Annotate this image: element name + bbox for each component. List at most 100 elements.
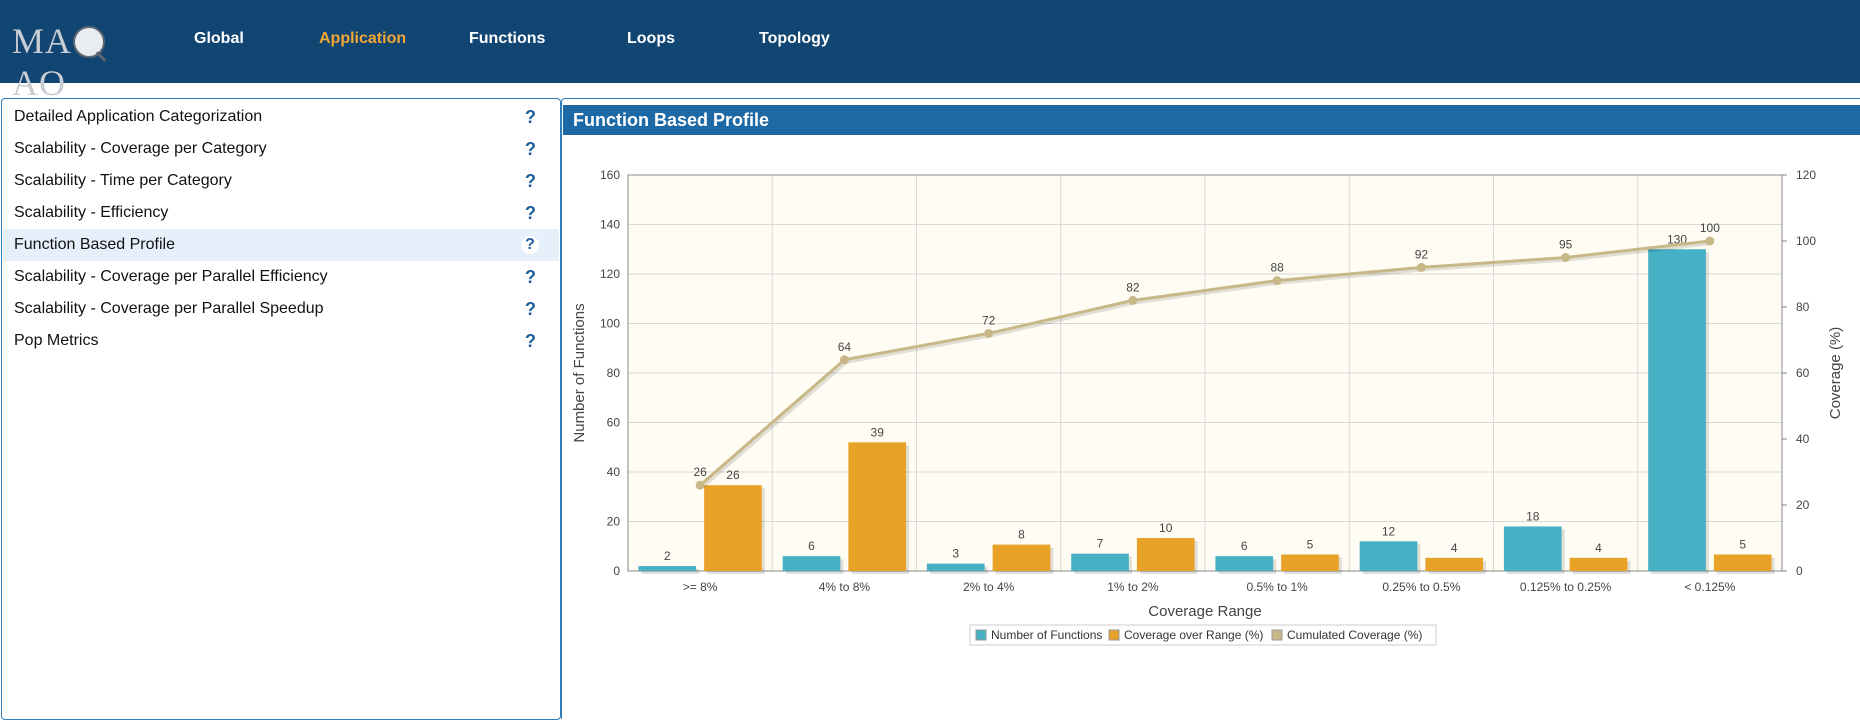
point-cumulated-coverage [984, 328, 994, 338]
data-label: 72 [982, 313, 996, 327]
nav-application[interactable]: Application [319, 30, 406, 48]
y2-tick-label: 120 [1796, 168, 1816, 182]
data-label: 88 [1270, 261, 1284, 275]
x-tick-label: 0.125% to 0.25% [1520, 580, 1612, 594]
data-label: 18 [1526, 509, 1540, 523]
help-icon[interactable]: ? [521, 236, 539, 254]
y-tick-label: 160 [600, 168, 620, 182]
maqao-logo[interactable]: MAAO [12, 20, 152, 103]
data-label: 92 [1415, 247, 1429, 261]
x-axis-title: Coverage Range [1148, 603, 1261, 620]
bar-number-of-functions [1215, 556, 1274, 571]
data-label: 64 [838, 340, 852, 354]
data-label: 82 [1126, 280, 1140, 294]
point-cumulated-coverage [839, 355, 849, 365]
top-navigation-bar: MAAO Global Application Functions Loops … [0, 0, 1860, 103]
bar-coverage-over-range [704, 485, 762, 571]
nav-loops[interactable]: Loops [627, 30, 675, 48]
x-tick-label: 0.25% to 0.5% [1382, 580, 1460, 594]
sidebar-item-label: Detailed Application Categorization [14, 108, 263, 125]
sidebar-item-label: Scalability - Efficiency [14, 204, 169, 221]
sidebar-item-label: Scalability - Time per Category [14, 172, 232, 189]
legend-swatch [1271, 629, 1283, 641]
sidebar-item-label: Function Based Profile [14, 236, 175, 253]
bar-number-of-functions [638, 566, 697, 571]
y2-tick-label: 80 [1796, 300, 1810, 314]
sidebar-item-time-per-category[interactable]: Scalability - Time per Category ? [3, 165, 559, 197]
help-icon[interactable]: ? [525, 197, 536, 229]
help-icon[interactable]: ? [525, 133, 536, 165]
data-label: 39 [871, 425, 885, 439]
sidebar-item-coverage-per-category[interactable]: Scalability - Coverage per Category ? [3, 133, 559, 165]
data-label: 7 [1097, 537, 1104, 551]
data-label: 3 [952, 547, 959, 561]
data-label: 100 [1700, 221, 1720, 235]
nav-functions[interactable]: Functions [469, 30, 545, 48]
bar-coverage-over-range [848, 442, 907, 571]
y-tick-label: 80 [607, 366, 621, 380]
sidebar-item-label: Scalability - Coverage per Parallel Spee… [14, 300, 324, 317]
sidebar-item-coverage-per-parallel-speedup[interactable]: Scalability - Coverage per Parallel Spee… [3, 293, 559, 325]
y2-tick-label: 100 [1796, 234, 1816, 248]
y-tick-label: 40 [607, 465, 621, 479]
y-tick-label: 100 [600, 317, 620, 331]
help-icon[interactable]: ? [525, 293, 536, 325]
legend-label: Number of Functions [991, 628, 1102, 642]
y2-axis-title: Coverage (%) [1827, 327, 1844, 420]
y-tick-label: 60 [607, 416, 621, 430]
sidebar-item-label: Pop Metrics [14, 332, 99, 349]
x-tick-label: 0.5% to 1% [1246, 580, 1308, 594]
bar-coverage-over-range [1136, 538, 1195, 571]
data-label: 10 [1159, 521, 1173, 535]
report-sidebar: Detailed Application Categorization ? Sc… [1, 98, 561, 720]
bar-number-of-functions [1071, 553, 1129, 571]
legend-label: Coverage over Range (%) [1124, 628, 1263, 642]
sidebar-item-label: Scalability - Coverage per Category [14, 140, 267, 157]
nav-global[interactable]: Global [194, 30, 244, 48]
legend-swatch [975, 629, 987, 641]
data-label: 12 [1382, 524, 1396, 538]
y-axis-title: Number of Functions [571, 303, 588, 442]
x-tick-label: >= 8% [683, 580, 718, 594]
y-tick-label: 20 [607, 515, 621, 529]
data-label: 6 [808, 539, 815, 553]
bar-number-of-functions [1503, 526, 1562, 571]
point-cumulated-coverage [695, 480, 705, 490]
sidebar-item-detailed-application-categorization[interactable]: Detailed Application Categorization ? [3, 101, 559, 133]
x-tick-label: 4% to 8% [819, 580, 871, 594]
sidebar-item-label: Scalability - Coverage per Parallel Effi… [14, 268, 328, 285]
function-profile-chart: 0 20 40 60 80 100 120 140 160 0 20 40 60 80 100 120 2 26 >… [571, 168, 1844, 646]
sidebar-item-efficiency[interactable]: Scalability - Efficiency ? [3, 197, 559, 229]
help-icon[interactable]: ? [525, 325, 536, 357]
content-panel: Function Based Profile 0 20 40 60 80 100 120 14… [561, 98, 1860, 719]
sidebar-item-pop-metrics[interactable]: Pop Metrics ? [3, 325, 559, 357]
legend-label: Cumulated Coverage (%) [1287, 628, 1422, 642]
point-cumulated-coverage [1561, 253, 1571, 262]
point-cumulated-coverage [1272, 276, 1282, 286]
point-cumulated-coverage [1416, 262, 1426, 272]
help-icon[interactable]: ? [525, 101, 536, 133]
bar-coverage-over-range [992, 544, 1051, 571]
nav-topology[interactable]: Topology [759, 30, 830, 48]
help-icon[interactable]: ? [525, 165, 536, 197]
bar-number-of-functions [1648, 249, 1706, 571]
y2-tick-label: 20 [1796, 498, 1810, 512]
data-label: 5 [1307, 538, 1314, 552]
data-label: 2 [664, 549, 671, 563]
bar-number-of-functions [926, 563, 985, 571]
data-label: 4 [1595, 541, 1602, 555]
bar-coverage-over-range [1281, 554, 1339, 571]
data-label: 26 [726, 468, 740, 482]
bar-coverage-over-range [1569, 557, 1628, 571]
sidebar-item-coverage-per-parallel-efficiency[interactable]: Scalability - Coverage per Parallel Effi… [3, 261, 559, 293]
data-label: 6 [1241, 539, 1248, 553]
bar-number-of-functions [1359, 541, 1418, 571]
sidebar-item-function-based-profile[interactable]: Function Based Profile ? [3, 229, 559, 261]
magnifier-icon [73, 25, 106, 58]
y2-tick-label: 60 [1796, 366, 1810, 380]
bar-coverage-over-range [1425, 557, 1484, 571]
help-icon[interactable]: ? [525, 261, 536, 293]
x-tick-label: 2% to 4% [963, 580, 1015, 594]
point-cumulated-coverage [1705, 236, 1715, 246]
bar-coverage-over-range [1713, 554, 1772, 571]
